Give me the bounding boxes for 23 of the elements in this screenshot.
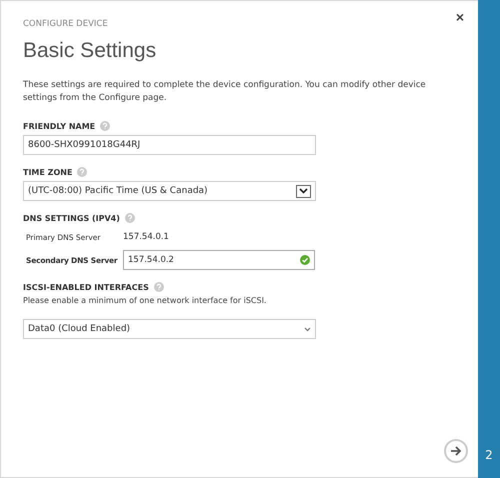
help-icon[interactable] [100, 121, 110, 131]
interface-dropdown[interactable]: Data0 (Cloud Enabled) [23, 319, 316, 339]
field-label: ISCSI-ENABLED INTERFACES [23, 282, 149, 292]
chevron-icon [304, 326, 311, 332]
dialog-overline: CONFIGURE DEVICE [23, 19, 109, 29]
caret-icon [296, 184, 311, 198]
time-zone-dropdown[interactable]: (UTC-08:00) Pacific Time (US & Canada) [23, 181, 316, 201]
help-icon[interactable] [154, 282, 164, 292]
next-button[interactable] [444, 439, 468, 463]
arrow-icon [450, 446, 462, 456]
close-button[interactable]: × [454, 9, 466, 25]
help-icon[interactable] [124, 213, 135, 223]
dialog-title: Basic Settings [23, 39, 158, 63]
intro-text: These settings are required to complete the device configuration. You can modify other device settings from the Configure page. [23, 79, 427, 105]
secondary-dns-field[interactable]: 157.54.0.2 [123, 250, 315, 270]
hint-text: Please enable a minimum of one network interface for iSCSI. [23, 296, 268, 305]
field-value: 157.54.0.1 [123, 232, 169, 242]
field-label: TIME ZONE [23, 168, 72, 176]
step-number: 2 [485, 448, 493, 462]
friendly-name-field[interactable]: 8600-SHX0991018G44RJ [23, 135, 316, 155]
field-label: DNS SETTINGS (IPV4) [23, 214, 120, 222]
field-label: FRIENDLY NAME [23, 122, 96, 130]
help-icon[interactable] [77, 167, 88, 177]
